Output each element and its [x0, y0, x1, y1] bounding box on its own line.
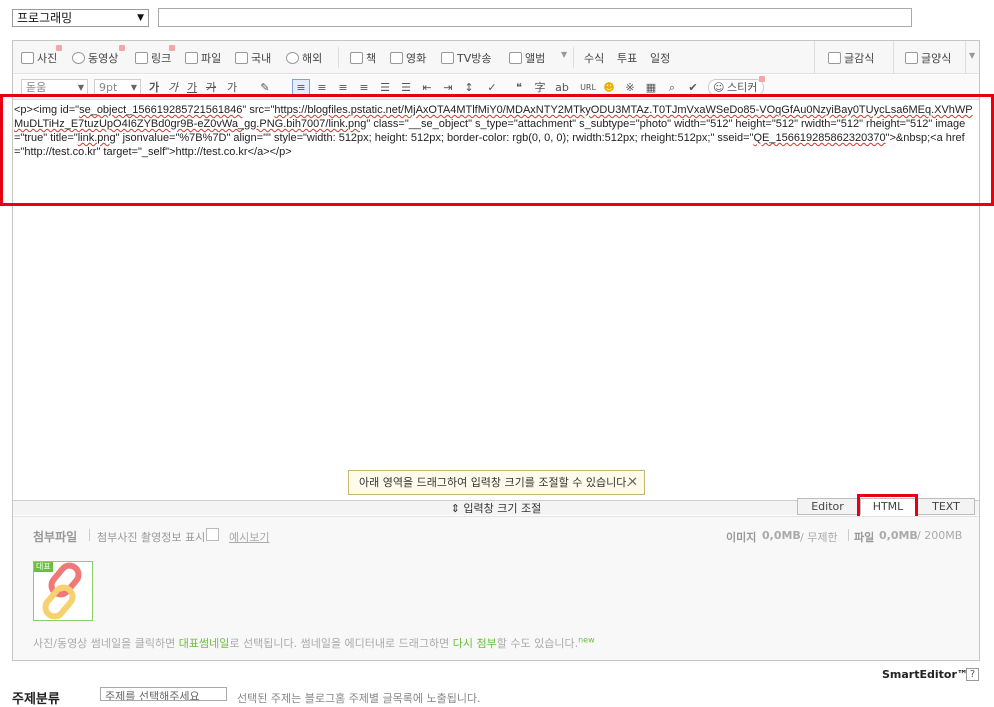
- representative-badge: 대표: [34, 562, 53, 572]
- title-input[interactable]: [158, 8, 912, 27]
- attachment-help: 사진/동영상 썸네일을 클릭하면 대표썸네일로 선택됩니다. 썸네일을 에디터내…: [33, 635, 595, 650]
- video-button[interactable]: 동영상: [72, 50, 118, 66]
- attachment-panel: 첨부파일 첨부사진 촬영정보 표시 예시보기 이미지 0,0MB / 무제한 파…: [13, 516, 979, 660]
- category-select[interactable]: 프로그래밍 ▼: [12, 9, 149, 27]
- schedule-button[interactable]: 일정: [650, 50, 670, 66]
- formula-button[interactable]: 수식: [584, 50, 604, 66]
- chevron-down-icon: ▼: [130, 83, 137, 92]
- book-icon: [350, 52, 363, 64]
- chevron-down-icon[interactable]: ▼: [969, 51, 975, 60]
- photo-button[interactable]: 사진: [21, 50, 57, 66]
- insert-toolbar: 사진 동영상 링크 파일 국내 해외 책 영화 TV방송 앨범 ▼ 수식 투표 …: [13, 41, 979, 74]
- chevron-down-icon: ▼: [137, 13, 144, 23]
- topic-select[interactable]: 주제를 선택해주세요: [100, 687, 227, 701]
- tv-icon: [441, 52, 454, 64]
- domestic-map-button[interactable]: 국내: [235, 50, 271, 66]
- tab-editor[interactable]: Editor: [797, 498, 858, 515]
- resize-tooltip: 아래 영역을 드래그하여 입력창 크기를 조절할 수 있습니다. ✕: [348, 470, 645, 495]
- quote-button[interactable]: 글감식: [828, 50, 874, 66]
- new-badge-icon: [56, 45, 62, 51]
- exif-checkbox[interactable]: [206, 528, 219, 541]
- file-button[interactable]: 파일: [185, 50, 221, 66]
- map-icon: [235, 52, 248, 64]
- music-icon: [509, 52, 522, 64]
- overseas-map-button[interactable]: 해외: [286, 50, 322, 66]
- close-icon[interactable]: ✕: [627, 471, 638, 494]
- new-badge-icon: [759, 76, 765, 82]
- chevron-down-icon[interactable]: ▼: [561, 50, 567, 59]
- movie-button[interactable]: 영화: [390, 50, 426, 66]
- example-link[interactable]: 예시보기: [229, 529, 269, 545]
- tv-button[interactable]: TV방송: [441, 50, 491, 66]
- highlight-frame: [0, 94, 994, 206]
- attachment-title: 첨부파일: [33, 530, 78, 544]
- play-icon: [72, 52, 85, 64]
- new-badge-icon: [169, 45, 175, 51]
- layout-icon: [905, 52, 918, 64]
- chevron-down-icon: ▼: [77, 83, 84, 92]
- link-button[interactable]: 링크: [135, 50, 171, 66]
- new-badge-icon: [119, 45, 125, 51]
- link-icon: [135, 52, 148, 64]
- camera-icon: [21, 52, 34, 64]
- category-selected: 프로그래밍: [17, 11, 73, 25]
- book-button[interactable]: 책: [350, 50, 376, 66]
- film-icon: [390, 52, 403, 64]
- help-icon[interactable]: ?: [966, 668, 979, 681]
- topic-hint: 선택된 주제는 블로그홈 주제별 글목록에 노출됩니다.: [237, 692, 481, 705]
- pencil-icon: [828, 52, 841, 64]
- topic-label: 주제분류: [12, 692, 60, 707]
- attachment-thumbnail[interactable]: 대표: [33, 561, 93, 621]
- smarteditor-logo: SmartEditor™: [882, 668, 968, 681]
- globe-icon: [286, 52, 299, 64]
- smile-icon: ☺: [713, 81, 725, 94]
- tab-text[interactable]: TEXT: [917, 498, 975, 515]
- album-button[interactable]: 앨범: [509, 50, 545, 66]
- file-icon: [185, 52, 198, 64]
- vote-button[interactable]: 투표: [617, 50, 637, 66]
- exif-label: 첨부사진 촬영정보 표시: [97, 531, 206, 544]
- style-template-button[interactable]: 글양식: [905, 50, 951, 66]
